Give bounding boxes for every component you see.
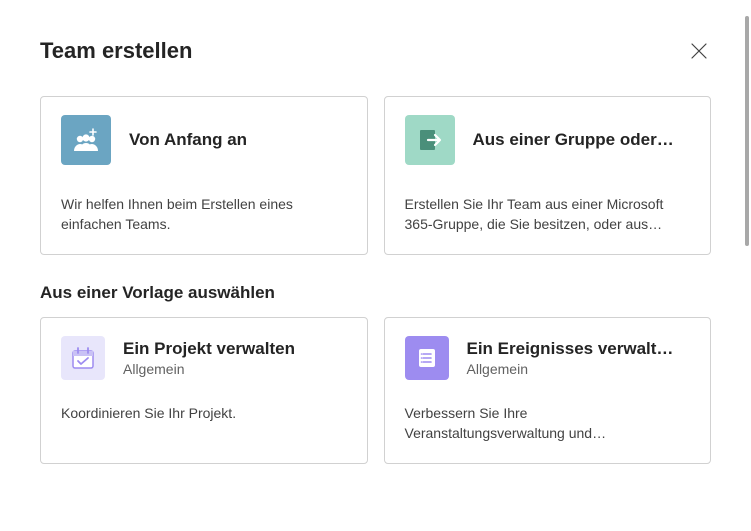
card-header: Von Anfang an — [61, 115, 347, 165]
card-template-event[interactable]: Ein Ereignisses verwalt… Allgemein Verbe… — [384, 317, 712, 464]
scrollbar-thumb[interactable] — [745, 16, 749, 246]
card-description: Wir helfen Ihnen beim Erstellen eines ei… — [61, 195, 347, 234]
card-header: Ein Ereignisses verwalt… Allgemein — [405, 336, 691, 380]
card-title: Aus einer Gruppe oder… — [473, 130, 674, 150]
dialog-header: Team erstellen — [40, 38, 711, 64]
card-title-block: Von Anfang an — [129, 130, 247, 150]
dialog-title: Team erstellen — [40, 38, 192, 64]
card-description: Verbessern Sie Ihre Veranstaltungsverwal… — [405, 404, 691, 443]
card-title-block: Ein Projekt verwalten Allgemein — [123, 339, 295, 377]
close-button[interactable] — [687, 39, 711, 63]
calendar-check-icon — [61, 336, 105, 380]
import-arrow-icon — [405, 115, 455, 165]
close-icon — [691, 43, 707, 59]
checklist-icon — [405, 336, 449, 380]
card-from-group[interactable]: Aus einer Gruppe oder… Erstellen Sie Ihr… — [384, 96, 712, 255]
create-team-dialog: Team erstellen — [0, 0, 751, 512]
card-title-block: Aus einer Gruppe oder… — [473, 130, 674, 150]
card-description: Koordinieren Sie Ihr Projekt. — [61, 404, 347, 424]
people-plus-icon — [61, 115, 111, 165]
card-template-project[interactable]: Ein Projekt verwalten Allgemein Koordini… — [40, 317, 368, 464]
card-category: Allgemein — [467, 361, 674, 377]
card-header: Ein Projekt verwalten Allgemein — [61, 336, 347, 380]
card-category: Allgemein — [123, 361, 295, 377]
card-title: Von Anfang an — [129, 130, 247, 150]
card-title: Ein Ereignisses verwalt… — [467, 339, 674, 359]
card-from-scratch[interactable]: Von Anfang an Wir helfen Ihnen beim Erst… — [40, 96, 368, 255]
card-header: Aus einer Gruppe oder… — [405, 115, 691, 165]
creation-options-grid: Von Anfang an Wir helfen Ihnen beim Erst… — [40, 96, 711, 255]
templates-grid: Ein Projekt verwalten Allgemein Koordini… — [40, 317, 711, 464]
card-title: Ein Projekt verwalten — [123, 339, 295, 359]
card-description: Erstellen Sie Ihr Team aus einer Microso… — [405, 195, 691, 234]
card-title-block: Ein Ereignisses verwalt… Allgemein — [467, 339, 674, 377]
templates-section-title: Aus einer Vorlage auswählen — [40, 283, 711, 303]
